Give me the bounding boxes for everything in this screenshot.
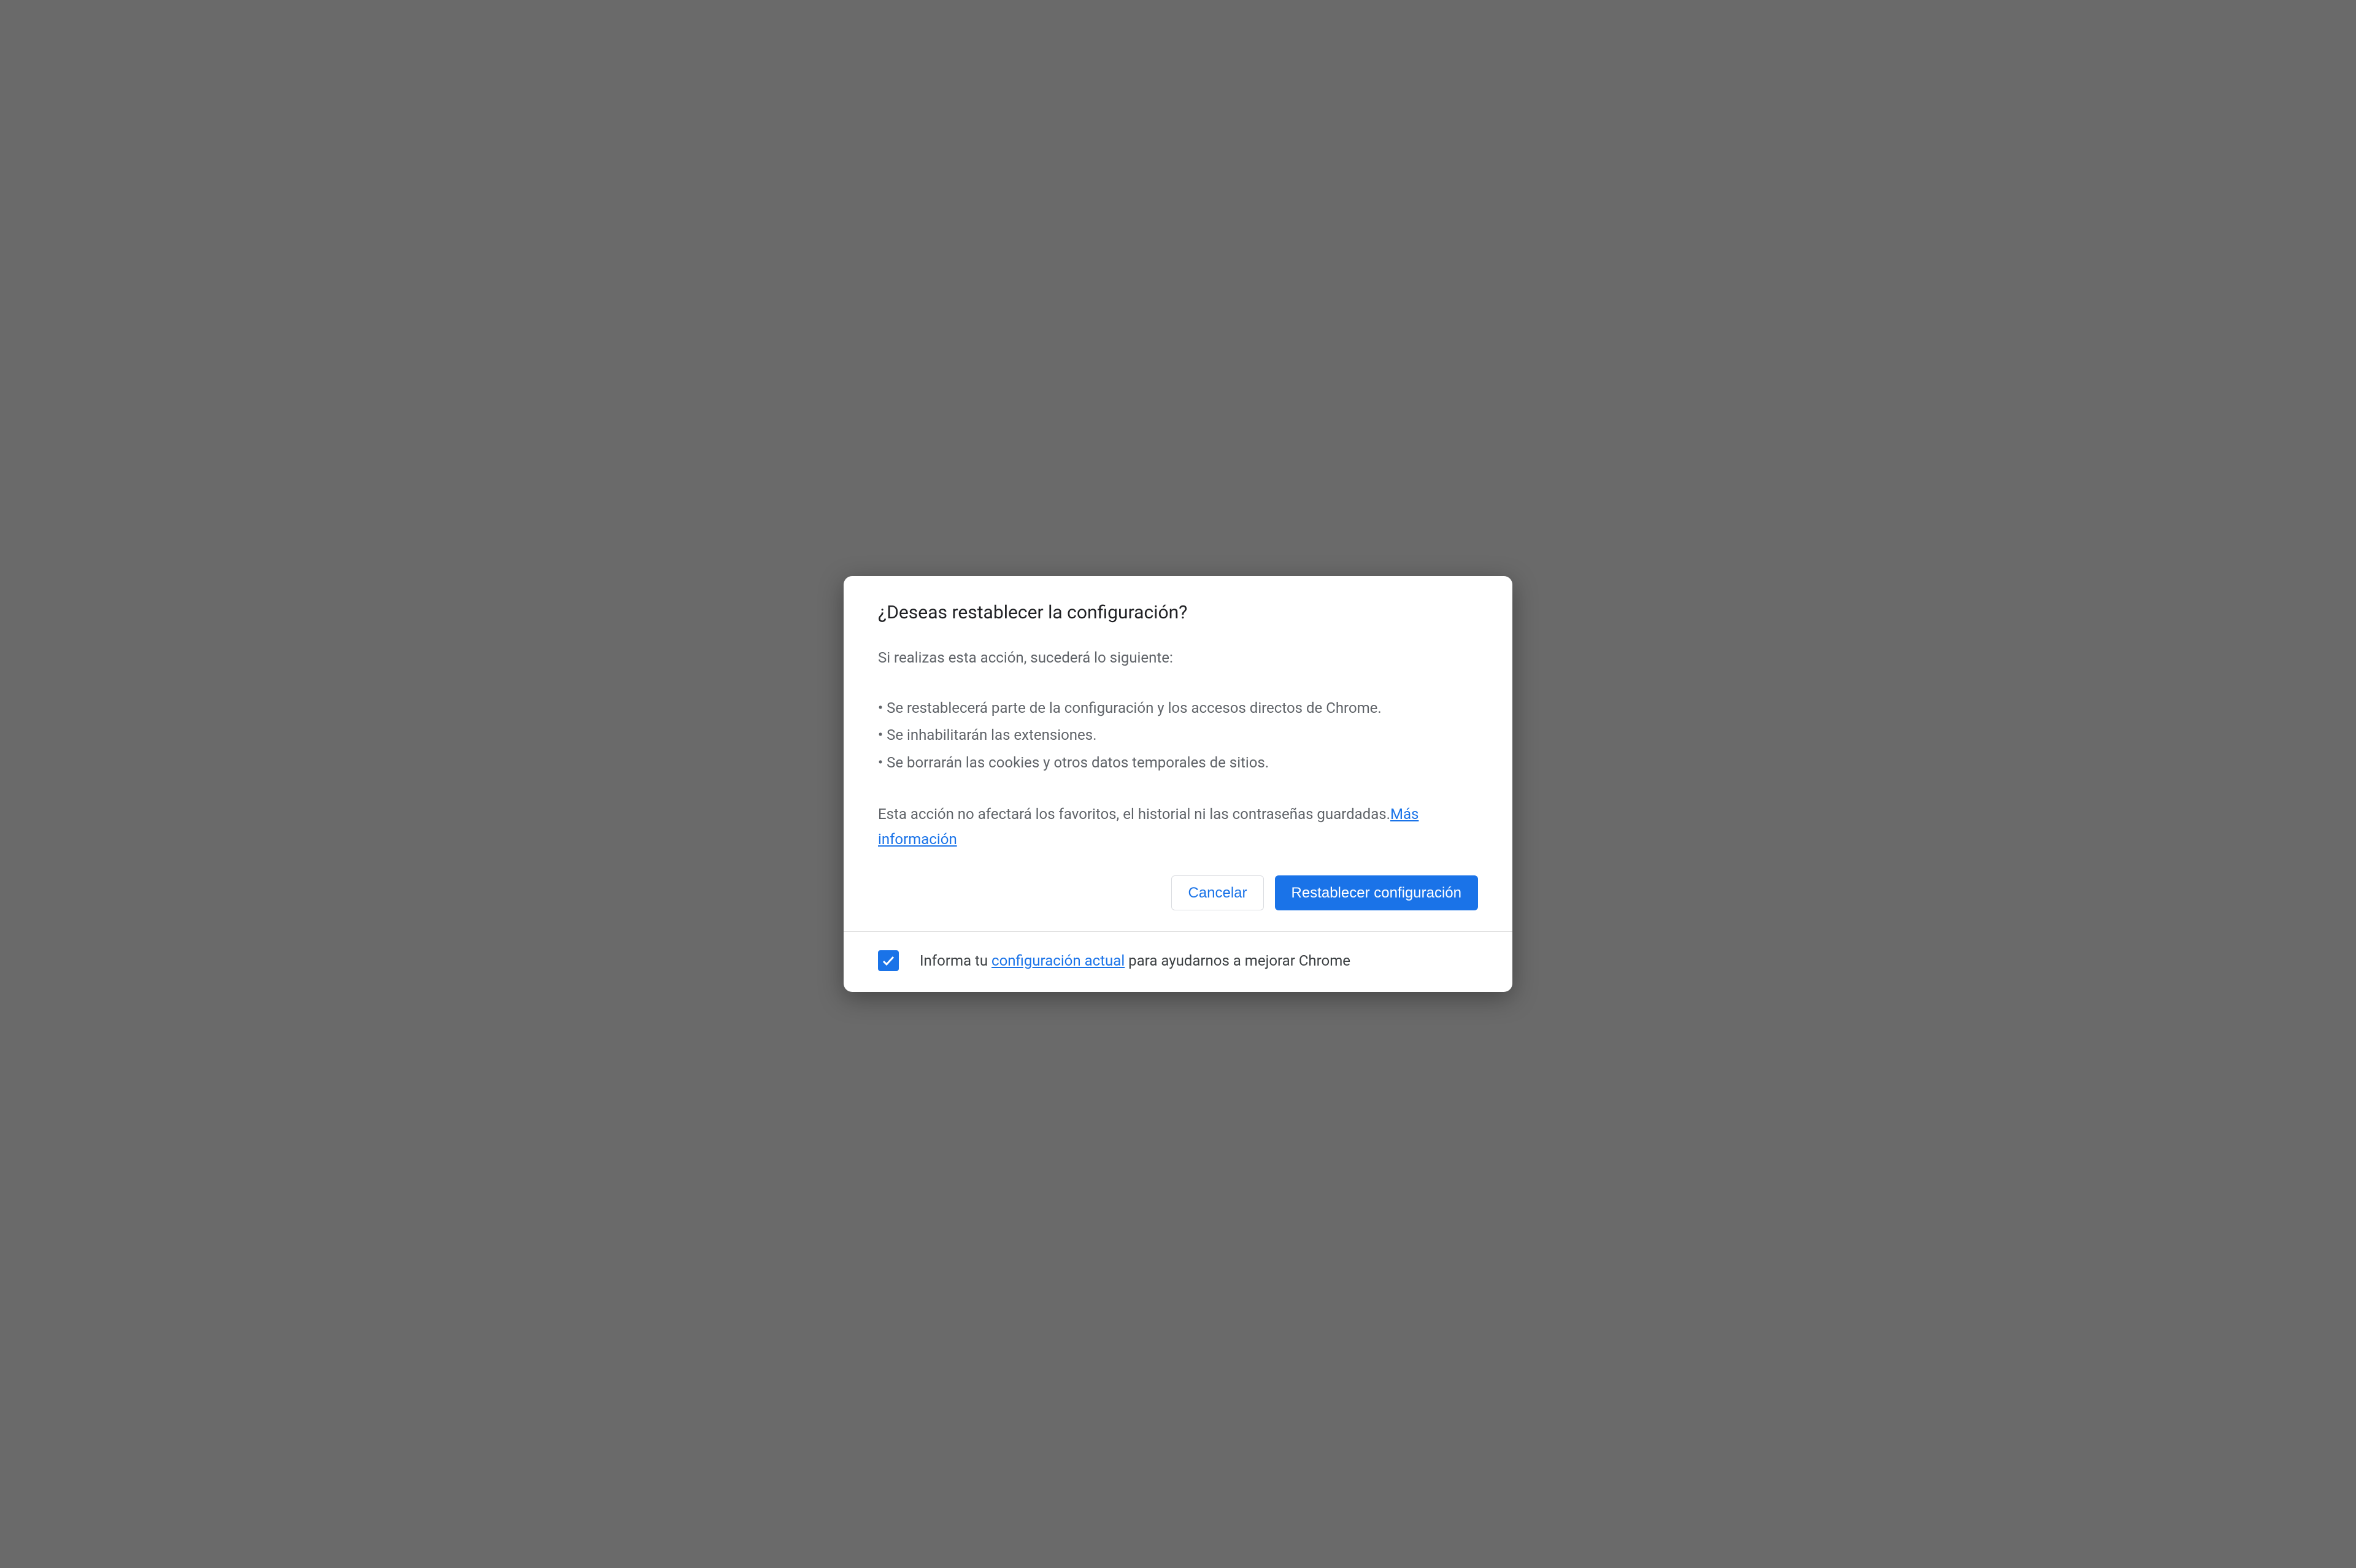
cancel-button[interactable]: Cancelar xyxy=(1171,875,1263,910)
report-label: Informa tu configuración actual para ayu… xyxy=(920,952,1350,969)
dialog-buttons: Cancelar Restablecer configuración xyxy=(878,875,1478,910)
report-checkbox[interactable] xyxy=(878,950,899,971)
current-settings-link[interactable]: configuración actual xyxy=(991,952,1125,969)
bullet-item: • Se inhabilitarán las extensiones. xyxy=(878,721,1478,748)
dialog-note: Esta acción no afectará los favoritos, e… xyxy=(878,802,1478,852)
bullet-text: Se borrarán las cookies y otros datos te… xyxy=(887,754,1269,771)
report-text-after: para ayudarnos a mejorar Chrome xyxy=(1125,952,1350,969)
dialog-bullets: • Se restablecerá parte de la configurac… xyxy=(878,694,1478,776)
bullet-text: Se inhabilitarán las extensiones. xyxy=(887,726,1096,744)
dialog-title: ¿Deseas restablecer la configuración? xyxy=(878,602,1478,623)
bullet-text: Se restablecerá parte de la configuració… xyxy=(887,699,1382,717)
bullet-item: • Se restablecerá parte de la configurac… xyxy=(878,694,1478,721)
bullet-item: • Se borrarán las cookies y otros datos … xyxy=(878,749,1478,776)
reset-settings-dialog: ¿Deseas restablecer la configuración? Si… xyxy=(844,576,1512,992)
note-text: Esta acción no afectará los favoritos, e… xyxy=(878,805,1390,823)
report-row: Informa tu configuración actual para ayu… xyxy=(844,932,1512,992)
dialog-content: ¿Deseas restablecer la configuración? Si… xyxy=(844,576,1512,931)
report-text-before: Informa tu xyxy=(920,952,991,969)
dialog-intro: Si realizas esta acción, sucederá lo sig… xyxy=(878,648,1478,669)
reset-settings-button[interactable]: Restablecer configuración xyxy=(1275,875,1479,910)
check-icon xyxy=(881,953,896,968)
